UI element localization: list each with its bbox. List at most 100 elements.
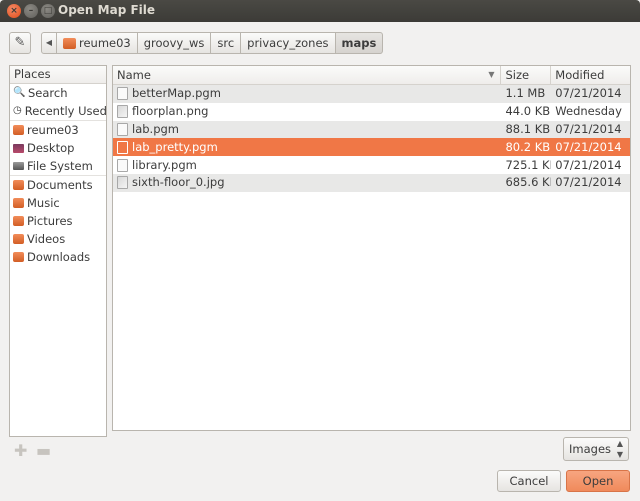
- column-size-label: Size: [505, 68, 530, 82]
- maximize-icon[interactable]: □: [41, 4, 55, 18]
- file-icon: [117, 122, 128, 136]
- place-home[interactable]: reume03: [10, 121, 106, 139]
- table-row-selected[interactable]: lab_pretty.pgm 80.2 KB 07/21/2014: [113, 138, 630, 157]
- file-size: 725.1 KB: [505, 157, 551, 172]
- place-label: reume03: [27, 123, 79, 137]
- image-file-icon: [117, 176, 128, 190]
- updown-arrows-icon: ▲ ▼: [616, 439, 623, 459]
- search-icon: 🔍: [13, 87, 26, 98]
- column-modified[interactable]: Modified: [551, 66, 630, 84]
- file-list[interactable]: Name ▼ Size Modified betterMap.pgm 1.1 M…: [112, 65, 631, 431]
- window-title: Open Map File: [58, 3, 156, 17]
- place-videos[interactable]: Videos: [10, 230, 106, 248]
- drive-icon: [13, 162, 24, 170]
- file-list-header: Name ▼ Size Modified: [113, 66, 630, 85]
- crumb-maps[interactable]: maps: [334, 32, 384, 54]
- pencil-icon: ✎: [14, 35, 26, 50]
- file-name: lab.pgm: [132, 121, 179, 136]
- remove-bookmark-button[interactable]: ▬: [36, 441, 51, 460]
- file-modified: 07/21/2014: [555, 139, 622, 154]
- column-name-label: Name: [117, 68, 151, 82]
- home-folder-icon: [13, 125, 24, 135]
- documents-folder-icon: [13, 180, 24, 190]
- place-label: Search: [28, 86, 68, 100]
- chevron-left-icon: ◀: [45, 38, 53, 47]
- close-icon[interactable]: ×: [7, 4, 21, 18]
- table-row[interactable]: betterMap.pgm 1.1 MB 07/21/2014: [113, 85, 630, 103]
- filter-selected-label: Images: [569, 442, 612, 456]
- sort-down-icon: ▼: [488, 70, 495, 79]
- file-name: betterMap.pgm: [132, 86, 221, 101]
- crumb-label: groovy_ws: [143, 36, 205, 50]
- table-row[interactable]: floorplan.png 44.0 KB Wednesday: [113, 103, 630, 121]
- crumb-privacy-zones[interactable]: privacy_zones: [240, 32, 336, 54]
- file-icon: [117, 140, 128, 154]
- place-desktop[interactable]: Desktop: [10, 139, 106, 157]
- file-size: 685.6 KB: [505, 175, 551, 190]
- file-name: floorplan.png: [132, 104, 209, 119]
- file-modified: 07/21/2014: [555, 86, 622, 101]
- file-modified: 07/21/2014: [555, 175, 622, 190]
- place-music[interactable]: Music: [10, 194, 106, 212]
- file-name: library.pgm: [132, 157, 197, 172]
- file-modified: 07/21/2014: [555, 121, 622, 136]
- cancel-button[interactable]: Cancel: [497, 470, 561, 492]
- table-row[interactable]: lab.pgm 88.1 KB 07/21/2014: [113, 120, 630, 139]
- table-row[interactable]: sixth-floor_0.jpg 685.6 KB 07/21/2014: [113, 173, 630, 192]
- clock-icon: ◷: [13, 105, 22, 116]
- place-documents[interactable]: Documents: [10, 176, 106, 194]
- crumb-label: src: [217, 36, 235, 50]
- file-icon: [117, 158, 128, 172]
- place-label: Documents: [27, 178, 93, 192]
- column-size[interactable]: Size: [501, 66, 552, 84]
- file-size: 80.2 KB: [505, 139, 551, 154]
- downloads-folder-icon: [13, 252, 24, 262]
- place-label: File System: [27, 159, 93, 173]
- place-label: Recently Used: [24, 104, 107, 118]
- file-size: 44.0 KB: [505, 104, 551, 119]
- file-type-filter[interactable]: Images ▲ ▼: [563, 437, 629, 461]
- crumb-label: maps: [341, 36, 377, 50]
- file-size: 1.1 MB: [505, 86, 546, 101]
- column-name[interactable]: Name ▼: [113, 66, 502, 84]
- crumb-label: reume03: [79, 36, 131, 50]
- place-label: Desktop: [27, 141, 75, 155]
- file-modified: Wednesday: [555, 104, 622, 119]
- breadcrumb: ◀ reume03 groovy_ws src privacy_zones ma…: [41, 32, 384, 54]
- crumb-groovy-ws[interactable]: groovy_ws: [136, 32, 212, 54]
- minimize-icon[interactable]: –: [24, 4, 38, 18]
- place-label: Downloads: [27, 250, 91, 264]
- minus-icon: ▬: [36, 441, 52, 460]
- file-size: 88.1 KB: [505, 121, 551, 136]
- image-file-icon: [117, 105, 128, 119]
- places-header[interactable]: Places: [10, 66, 106, 84]
- plus-icon: ✚: [14, 441, 28, 460]
- place-downloads[interactable]: Downloads: [10, 248, 106, 266]
- place-search[interactable]: 🔍 Search: [10, 84, 106, 102]
- place-pictures[interactable]: Pictures: [10, 212, 106, 230]
- home-folder-icon: [63, 37, 76, 49]
- cancel-label: Cancel: [509, 474, 549, 488]
- column-modified-label: Modified: [555, 68, 605, 82]
- add-bookmark-button[interactable]: ✚: [14, 441, 27, 460]
- place-recently-used[interactable]: ◷ Recently Used: [10, 102, 107, 120]
- music-folder-icon: [13, 198, 24, 208]
- title-bar: × – □ Open Map File: [0, 0, 640, 22]
- crumb-home[interactable]: reume03: [56, 32, 138, 54]
- place-file-system[interactable]: File System: [10, 157, 106, 175]
- type-location-button[interactable]: ✎: [9, 32, 31, 54]
- crumb-src[interactable]: src: [210, 32, 242, 54]
- place-label: Music: [27, 196, 60, 210]
- file-name: sixth-floor_0.jpg: [132, 175, 225, 190]
- pictures-folder-icon: [13, 216, 24, 226]
- file-name: lab_pretty.pgm: [132, 139, 218, 154]
- file-icon: [117, 87, 128, 101]
- places-panel: Places 🔍 Search ◷ Recently Used reume03 …: [9, 65, 107, 437]
- table-row[interactable]: library.pgm 725.1 KB 07/21/2014: [113, 156, 630, 174]
- open-button[interactable]: Open: [566, 470, 630, 492]
- place-label: Videos: [27, 232, 66, 246]
- open-label: Open: [582, 474, 614, 488]
- place-label: Pictures: [27, 214, 73, 228]
- videos-folder-icon: [13, 234, 24, 244]
- scroll-left-button[interactable]: ◀: [41, 32, 57, 54]
